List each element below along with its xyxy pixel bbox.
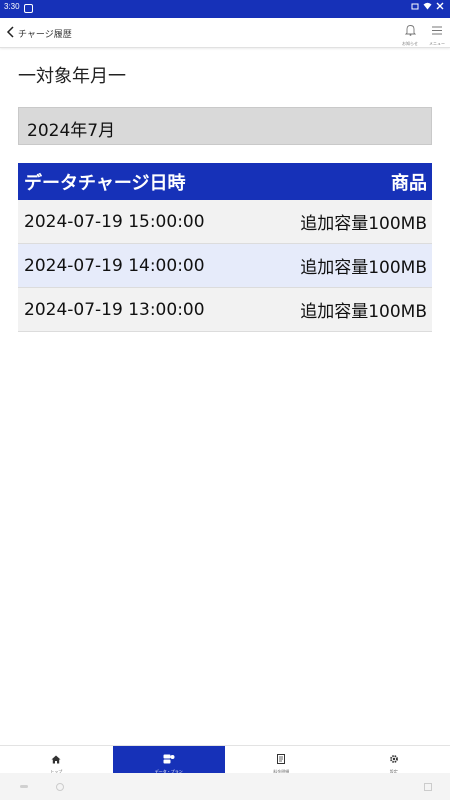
- row-datetime: 2024-07-19 13:00:00: [24, 299, 205, 320]
- app-header: チャージ履歴 お知らせ メニュー: [0, 18, 450, 48]
- system-recents-icon[interactable]: [424, 783, 432, 791]
- notice-label: お知らせ: [402, 41, 418, 46]
- tab-bill[interactable]: 料金明細: [225, 746, 338, 774]
- home-icon: [51, 755, 61, 764]
- back-chevron-icon[interactable]: [4, 24, 18, 40]
- battery-x-icon: [436, 2, 444, 10]
- sim-icon: [411, 3, 419, 10]
- table-row: 2024-07-19 15:00:00 追加容量100MB: [18, 200, 432, 244]
- month-selector[interactable]: 2024年7月: [18, 107, 432, 145]
- bell-icon: [404, 25, 416, 36]
- header-datetime: データチャージ日時: [24, 172, 186, 194]
- notification-icon: [24, 4, 33, 13]
- wifi-icon: [423, 2, 432, 10]
- menu-button[interactable]: メニュー: [424, 21, 450, 47]
- system-navigation-bar: [0, 773, 450, 800]
- table-header: データチャージ日時 商品: [18, 163, 432, 200]
- bill-icon: [277, 754, 286, 764]
- tab-settings[interactable]: 設定: [338, 746, 450, 774]
- tab-top[interactable]: トップ (データ残量): [0, 746, 113, 780]
- bottom-navigation: トップ (データ残量) データ・プラン 料金明細 設定: [0, 745, 450, 780]
- status-icons: [411, 2, 444, 10]
- gear-icon: [389, 755, 398, 763]
- charge-history-table: データチャージ日時 商品 2024-07-19 15:00:00 追加容量100…: [18, 163, 432, 332]
- hamburger-icon: [432, 26, 442, 35]
- data-plan-icon: [163, 754, 175, 764]
- header-product: 商品: [391, 172, 427, 194]
- row-datetime: 2024-07-19 14:00:00: [24, 255, 205, 276]
- system-home-icon[interactable]: [56, 783, 64, 791]
- status-time: 3:30: [4, 2, 20, 11]
- page-title: チャージ履歴: [18, 30, 72, 40]
- row-product: 追加容量100MB: [300, 302, 427, 322]
- tab-data-plan[interactable]: データ・プラン: [112, 746, 225, 774]
- menu-label: メニュー: [429, 41, 445, 46]
- notice-button[interactable]: お知らせ: [398, 21, 422, 47]
- section-title: 一対象年月一: [18, 66, 126, 87]
- row-product: 追加容量100MB: [300, 214, 427, 234]
- row-product: 追加容量100MB: [300, 258, 427, 278]
- row-datetime: 2024-07-19 15:00:00: [24, 211, 205, 232]
- table-row: 2024-07-19 13:00:00 追加容量100MB: [18, 288, 432, 332]
- table-row: 2024-07-19 14:00:00 追加容量100MB: [18, 244, 432, 288]
- month-value: 2024年7月: [27, 121, 116, 141]
- status-bar: 3:30: [0, 0, 450, 18]
- system-back-icon[interactable]: [20, 785, 28, 788]
